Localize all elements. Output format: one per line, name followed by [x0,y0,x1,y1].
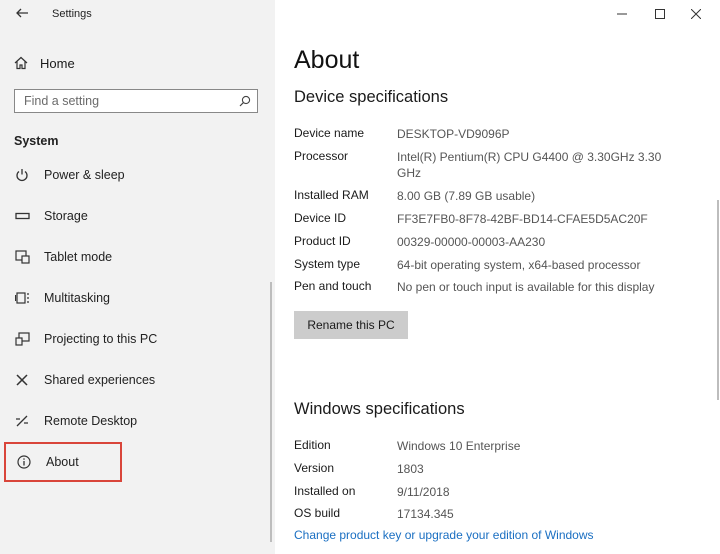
spec-value: 64-bit operating system, x64-based proce… [397,258,641,272]
close-icon [691,9,701,19]
spec-value: FF3E7FB0-8F78-42BF-BD14-CFAE5D5AC20F [397,212,648,226]
spec-value: No pen or touch input is available for t… [397,280,655,294]
sidebar: Settings Home Find a setting System Powe… [0,0,275,554]
sidebar-item-projecting[interactable]: Projecting to this PC [4,321,264,357]
sidebar-item-label: Projecting to this PC [44,332,158,346]
spec-value: 17134.345 [397,507,454,521]
close-button[interactable] [681,0,711,28]
spec-value: 00329-00000-00003-AA230 [397,235,546,249]
title-bar: Settings [0,0,275,30]
change-product-key-link[interactable]: Change product key or upgrade your editi… [294,528,594,542]
spec-value: 1803 [397,462,424,476]
sidebar-scrollbar[interactable] [270,282,272,542]
minimize-icon [617,13,627,15]
settings-window: Settings Home Find a setting System Powe… [0,0,720,554]
spec-value: 8.00 GB (7.89 GB usable) [397,189,536,203]
main-content: About Device specifications Device name … [275,0,720,554]
sidebar-item-about[interactable]: About [4,442,122,482]
spec-value: 9/11/2018 [397,485,450,499]
spec-value: DESKTOP-VD9096P [397,127,510,141]
sidebar-item-label: Storage [44,209,88,223]
rename-pc-button[interactable]: Rename this PC [294,311,408,339]
maximize-button[interactable] [645,0,675,28]
spec-key: Version [294,461,335,475]
home-label: Home [40,55,75,71]
sidebar-item-power-sleep[interactable]: Power & sleep [4,157,264,193]
sidebar-item-multitasking[interactable]: Multitasking [4,280,264,316]
sidebar-item-label: Shared experiences [44,373,156,387]
spec-value: Windows 10 Enterprise [397,439,521,453]
spec-key: Device ID [294,211,347,225]
search-placeholder: Find a setting [24,94,100,108]
search-input[interactable]: Find a setting [14,89,258,113]
projecting-icon [14,331,30,347]
spec-key: Pen and touch [294,279,372,293]
power-icon [14,167,30,183]
search-icon[interactable] [239,95,251,107]
sidebar-item-remote-desktop[interactable]: Remote Desktop [4,403,264,439]
info-icon [16,454,32,470]
section-title: System [14,134,59,148]
spec-key: Processor [294,149,349,163]
spec-value: Intel(R) Pentium(R) CPU G4400 @ 3.30GHz … [397,150,662,180]
storage-icon [14,208,30,224]
sidebar-item-label: Tablet mode [44,250,113,264]
windows-specs-heading: Windows specifications [294,400,465,418]
multitasking-icon [14,290,30,306]
spec-key: Installed RAM [294,188,369,202]
sidebar-item-storage[interactable]: Storage [4,198,264,234]
sidebar-item-label: Multitasking [44,291,110,305]
shared-experiences-icon [14,372,30,388]
sidebar-item-label: About [46,455,79,469]
minimize-button[interactable] [607,0,637,28]
page-title: About [294,46,360,74]
back-arrow-icon[interactable] [14,5,30,21]
maximize-icon [655,9,665,19]
content-scrollbar[interactable] [717,200,719,400]
spec-key: Installed on [294,484,356,498]
device-specs-heading: Device specifications [294,88,449,106]
app-title: Settings [52,8,92,20]
tablet-mode-icon [14,249,30,265]
sidebar-item-tablet-mode[interactable]: Tablet mode [4,239,264,275]
sidebar-item-label: Remote Desktop [44,414,138,428]
home-nav[interactable]: Home [14,52,75,74]
spec-key: OS build [294,506,341,520]
spec-key: System type [294,257,361,271]
spec-key: Device name [294,126,365,140]
remote-desktop-icon [14,413,30,429]
home-icon [14,56,28,70]
sidebar-item-label: Power & sleep [44,168,125,182]
sidebar-item-shared-experiences[interactable]: Shared experiences [4,362,264,398]
spec-key: Edition [294,438,331,452]
spec-key: Product ID [294,234,351,248]
